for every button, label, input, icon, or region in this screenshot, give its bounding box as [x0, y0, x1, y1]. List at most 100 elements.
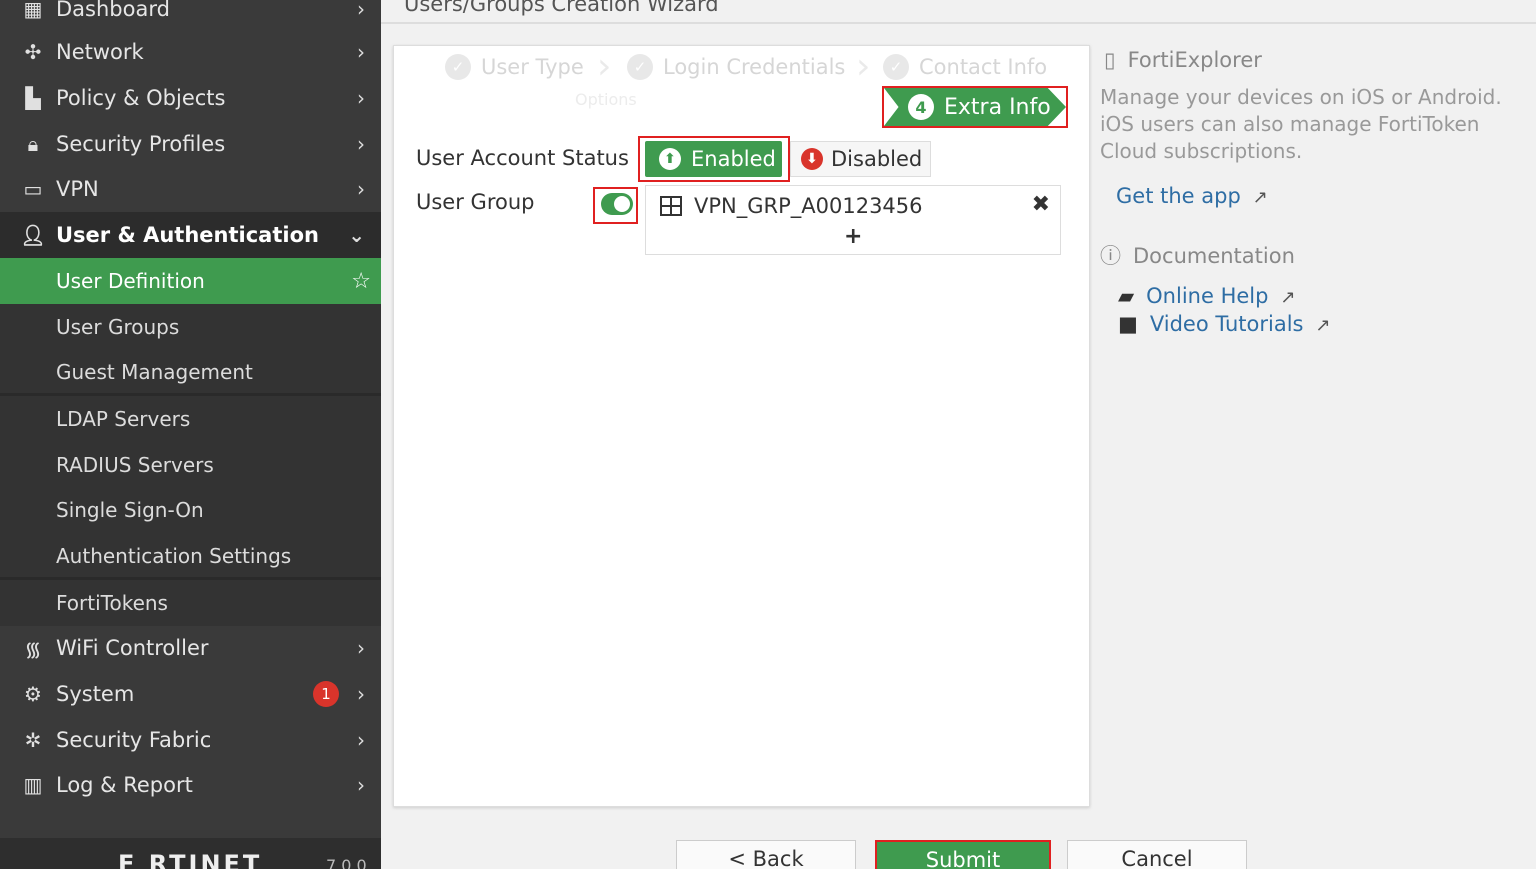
sidebar-item-label: System [56, 682, 135, 706]
chevron-right-icon: › [357, 773, 365, 797]
check-icon: ✓ [445, 54, 471, 80]
sidebar-subitem-ldap-servers[interactable]: LDAP Servers [0, 396, 381, 442]
wizard-step-user-type[interactable]: ✓ User Type [445, 50, 584, 84]
sidebar-item-label: Network [56, 40, 144, 64]
back-button[interactable]: < Back [676, 840, 856, 869]
group-icon [660, 196, 682, 216]
user-group-label: User Group [416, 190, 535, 214]
laptop-icon: ▭ [23, 177, 43, 201]
version-label: 7.0.0 [326, 856, 367, 869]
chevron-right-icon: › [357, 132, 365, 156]
sidebar-subitem-user-groups[interactable]: User Groups [0, 304, 381, 350]
user-icon: 👤︎ [20, 223, 46, 247]
documentation-title: Documentation [1133, 244, 1295, 268]
sidebar-item-label: Security Fabric [56, 728, 212, 752]
sidebar-item-label: Security Profiles [56, 132, 226, 156]
wizard-step-contact-info[interactable]: ✓ Contact Info [883, 50, 1047, 84]
page-title: Users/Groups Creation Wizard [404, 0, 719, 16]
external-link-icon: ↗ [1315, 315, 1331, 336]
sidebar-item-label: User & Authentication [56, 223, 319, 247]
sidebar-item-label: VPN [56, 177, 99, 201]
lock-icon: 🔒︎ [27, 132, 39, 156]
add-icon[interactable]: + [844, 224, 862, 249]
chevron-right-icon: › [357, 682, 365, 706]
sidebar-subitem-label: Single Sign-On [56, 498, 204, 522]
sidebar: ▦ Dashboard › ✣ Network › ▙ Policy & Obj… [0, 0, 381, 869]
sidebar-subitem-label: LDAP Servers [56, 407, 191, 431]
fortiexplorer-section: ▯ FortiExplorer [1104, 48, 1262, 72]
mobile-icon: ▯ [1104, 48, 1116, 72]
sidebar-subitem-fortitokens[interactable]: FortiTokens [0, 580, 381, 626]
sidebar-subitem-user-definition[interactable]: User Definition ☆ [0, 258, 381, 304]
sidebar-item-wifi-controller[interactable]: ᯾ WiFi Controller › [0, 625, 381, 671]
help-circle-icon: ⓘ [1100, 244, 1121, 268]
sidebar-item-label: Policy & Objects [56, 86, 226, 110]
external-link-icon: ↗ [1280, 287, 1296, 308]
sidebar-item-policy-objects[interactable]: ▙ Policy & Objects › [0, 75, 381, 121]
sidebar-item-label: WiFi Controller [56, 636, 209, 660]
step-separator-icon: › [597, 46, 612, 87]
sidebar-subitem-label: Authentication Settings [56, 544, 292, 568]
arrow-down-icon: ⬇ [801, 148, 823, 170]
video-tutorials-label: Video Tutorials [1149, 312, 1304, 336]
highlight-box [638, 136, 790, 182]
sidebar-item-security-fabric[interactable]: ✲ Security Fabric › [0, 717, 381, 763]
sidebar-item-security-profiles[interactable]: 🔒︎ Security Profiles › [0, 121, 381, 167]
highlight-box [593, 187, 638, 224]
step-sublabel: Options [575, 90, 637, 109]
highlight-box [882, 86, 1068, 128]
book-icon: ▰ [1118, 284, 1135, 308]
submit-button[interactable]: Submit [875, 840, 1051, 869]
sidebar-subitem-radius-servers[interactable]: RADIUS Servers [0, 442, 381, 488]
sidebar-item-label: Dashboard [56, 0, 170, 21]
sidebar-subitem-label: FortiTokens [56, 591, 168, 615]
network-icon: ✣ [24, 40, 42, 64]
check-icon: ✓ [883, 54, 909, 80]
chevron-right-icon: › [357, 40, 365, 64]
gear-icon: ⚙ [24, 682, 42, 706]
disabled-label: Disabled [831, 147, 923, 171]
online-help-link[interactable]: ▰ Online Help ↗ [1118, 284, 1296, 308]
sidebar-subitem-label: User Groups [56, 315, 180, 339]
sidebar-subitem-single-sign-on[interactable]: Single Sign-On [0, 487, 381, 533]
sidebar-item-dashboard[interactable]: ▦ Dashboard › [0, 0, 381, 32]
sidebar-item-system[interactable]: ⚙ System 1 › [0, 671, 381, 717]
fortiexplorer-title: FortiExplorer [1127, 48, 1262, 72]
sidebar-subitem-label: User Definition [56, 269, 205, 293]
online-help-label: Online Help [1146, 284, 1269, 308]
wizard-step-login-credentials[interactable]: ✓ Login Credentials [627, 50, 845, 84]
get-app-link[interactable]: Get the app ↗ [1116, 184, 1268, 208]
sidebar-item-vpn[interactable]: ▭ VPN › [0, 166, 381, 212]
policy-icon: ▙ [25, 86, 41, 110]
fortinet-logo: F RTINET [118, 850, 263, 869]
user-group-select[interactable]: VPN_GRP_A00123456 ✖ + [645, 185, 1061, 255]
group-name: VPN_GRP_A00123456 [694, 194, 923, 218]
sidebar-item-log-report[interactable]: ▥ Log & Report › [0, 762, 381, 808]
chevron-right-icon: › [357, 177, 365, 201]
chevron-right-icon: › [357, 636, 365, 660]
user-account-status-label: User Account Status [416, 146, 629, 170]
chevron-right-icon: › [357, 728, 365, 752]
disabled-button[interactable]: ⬇ Disabled [790, 141, 931, 177]
sidebar-item-user-authentication[interactable]: 👤︎ User & Authentication ⌄ [0, 212, 381, 258]
sidebar-item-network[interactable]: ✣ Network › [0, 29, 381, 75]
remove-icon[interactable]: ✖ [1032, 192, 1050, 217]
wifi-icon: ᯾ [24, 636, 42, 661]
step-label: Contact Info [919, 55, 1048, 79]
chevron-down-icon: ⌄ [348, 223, 365, 247]
sidebar-subitem-label: Guest Management [56, 360, 253, 384]
star-icon[interactable]: ☆ [351, 269, 371, 294]
sidebar-subitem-authentication-settings[interactable]: Authentication Settings [0, 533, 381, 579]
group-entry: VPN_GRP_A00123456 [660, 194, 923, 218]
fortiexplorer-description: Manage your devices on iOS or Android. i… [1100, 85, 1502, 163]
sidebar-subitem-label: RADIUS Servers [56, 453, 214, 477]
sidebar-subitem-guest-management[interactable]: Guest Management [0, 349, 381, 395]
check-icon: ✓ [627, 54, 653, 80]
sidebar-item-label: Log & Report [56, 773, 193, 797]
divider [381, 22, 1536, 24]
chart-icon: ▥ [23, 773, 43, 797]
cancel-button[interactable]: Cancel [1067, 840, 1247, 869]
dashboard-icon: ▦ [23, 0, 43, 21]
video-tutorials-link[interactable]: ■ Video Tutorials ↗ [1118, 312, 1331, 336]
external-link-icon: ↗ [1252, 187, 1268, 208]
